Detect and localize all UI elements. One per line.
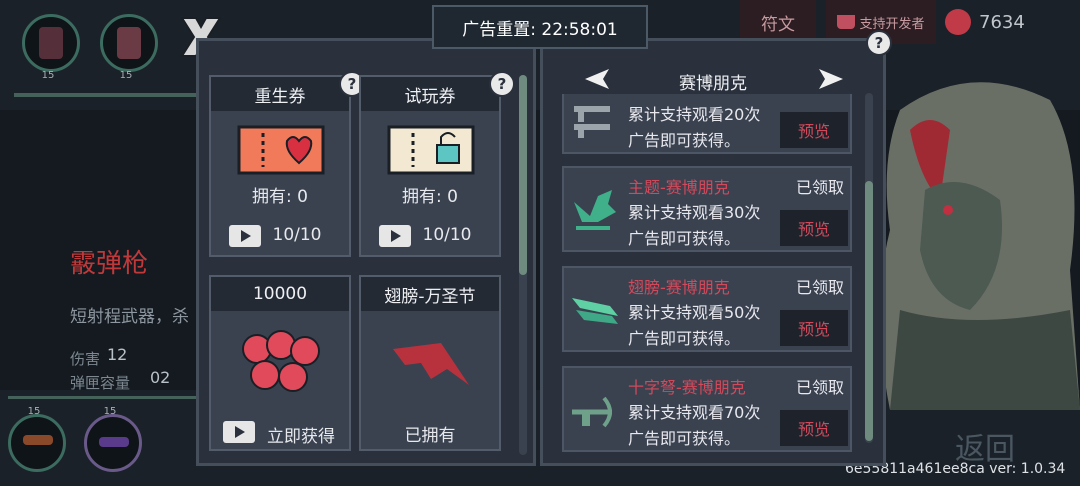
weapon-name: 霰弹枪	[70, 249, 149, 279]
currency-icon	[945, 9, 971, 35]
rewards-list: 累计支持观看20次 广告即可获得。 预览 主题-赛博朋克 已领取 累计支持观看3…	[540, 94, 860, 460]
owned-count: 拥有: 0	[402, 187, 458, 207]
ad-count: 10/10	[422, 225, 472, 245]
damage-value: 12	[107, 345, 128, 364]
reward-item[interactable]: 累计支持观看20次 广告即可获得。 预览	[562, 94, 852, 154]
preview-button[interactable]: 预览	[780, 210, 848, 246]
bird-icon	[574, 190, 616, 230]
divider	[8, 396, 223, 399]
reward-status: 已领取	[796, 378, 845, 397]
card-title: 试玩券	[361, 77, 499, 111]
reward-condition: 累计支持观看20次	[628, 105, 761, 124]
get-now-label: 立即获得	[267, 427, 335, 447]
divider	[14, 93, 224, 97]
preview-button[interactable]: 预览	[780, 310, 848, 346]
coin-pile-icon	[242, 330, 320, 392]
preview-button[interactable]: 预览	[780, 410, 848, 446]
category-title: 赛博朋克	[679, 74, 747, 94]
trial-ticket-icon	[387, 125, 475, 175]
help-icon[interactable]: ?	[489, 71, 515, 97]
previous-arrow-icon[interactable]	[583, 67, 611, 91]
reward-condition-suffix: 广告即可获得。	[628, 329, 741, 348]
ammo-value: 02	[150, 368, 171, 387]
rune-label: 符文	[761, 14, 795, 35]
preview-label: 预览	[797, 420, 830, 439]
revive-ticket-card[interactable]: 重生券 拥有: 0 10/10	[209, 75, 351, 257]
reward-condition: 累计支持观看70次	[628, 403, 761, 422]
weapon-description: 短射程武器，杀	[70, 307, 189, 327]
ad-reset-timer: 广告重置: 22:58:01	[432, 5, 648, 49]
coins-card[interactable]: 10000 立即获得	[209, 275, 351, 451]
card-title: 翅膀-万圣节	[361, 277, 499, 311]
reward-condition-suffix: 广告即可获得。	[628, 429, 741, 448]
reward-item[interactable]: 翅膀-赛博朋克 已领取 累计支持观看50次 广告即可获得。 预览	[562, 266, 852, 352]
support-label: 支持开发者	[859, 16, 925, 32]
gun-icon	[574, 106, 610, 138]
reward-status: 已领取	[796, 178, 845, 197]
preview-button[interactable]: 预览	[780, 112, 848, 148]
owned-status: 已拥有	[404, 426, 456, 446]
ammo-label: 弹匣容量	[70, 374, 131, 392]
ad-count: 10/10	[272, 225, 322, 245]
character-portrait	[880, 82, 1080, 410]
reward-item[interactable]: 十字弩-赛博朋克 已领取 累计支持观看70次 广告即可获得。 预览	[562, 366, 852, 452]
next-arrow-icon[interactable]	[817, 67, 845, 91]
wings-icon	[393, 343, 469, 385]
weapon-slot[interactable]	[8, 414, 66, 472]
preview-label: 预览	[797, 320, 830, 339]
card-title: 重生券	[211, 77, 349, 111]
slot-level: 15	[41, 70, 55, 81]
halloween-wings-card[interactable]: 翅膀-万圣节 已拥有	[359, 275, 501, 451]
reward-name: 十字弩-赛博朋克	[628, 378, 746, 397]
weapon-slot[interactable]	[22, 14, 80, 72]
currency-display: 7634	[945, 2, 1075, 42]
coffee-icon	[837, 15, 856, 29]
wings-icon	[572, 298, 618, 324]
scrollbar-thumb[interactable]	[865, 181, 873, 441]
revive-ticket-icon	[237, 125, 325, 175]
trial-ticket-card[interactable]: 试玩券 拥有: 0 10/10	[359, 75, 501, 257]
preview-label: 预览	[797, 220, 830, 239]
owned-count: 拥有: 0	[252, 187, 308, 207]
currency-count: 7634	[979, 11, 1025, 33]
reward-status: 已领取	[796, 278, 845, 297]
ad-reset-timer-text: 广告重置: 22:58:01	[462, 19, 618, 40]
reward-item[interactable]: 主题-赛博朋克 已领取 累计支持观看30次 广告即可获得。 预览	[562, 166, 852, 252]
reward-condition-suffix: 广告即可获得。	[628, 229, 741, 248]
tickets-panel: 重生券 拥有: 0 10/10 ? 试玩券 拥有: 0 10/10 ? 1000…	[196, 38, 536, 466]
reward-condition: 累计支持观看30次	[628, 203, 761, 222]
slot-level: 15	[103, 406, 117, 417]
preview-label: 预览	[797, 122, 830, 141]
reward-name: 翅膀-赛博朋克	[628, 278, 730, 297]
reward-condition-suffix: 广告即可获得。	[628, 131, 741, 150]
reward-condition: 累计支持观看50次	[628, 303, 761, 322]
reward-name: 主题-赛博朋克	[628, 178, 730, 197]
weapon-slot[interactable]	[84, 414, 142, 472]
damage-label: 伤害	[70, 350, 101, 368]
slot-level: 15	[119, 70, 133, 81]
slot-level: 15	[27, 406, 41, 417]
help-icon[interactable]: ?	[866, 30, 892, 56]
card-title: 10000	[211, 277, 349, 311]
scrollbar-thumb[interactable]	[519, 75, 527, 275]
weapon-slot[interactable]	[100, 14, 158, 72]
crossbow-icon	[572, 396, 612, 428]
